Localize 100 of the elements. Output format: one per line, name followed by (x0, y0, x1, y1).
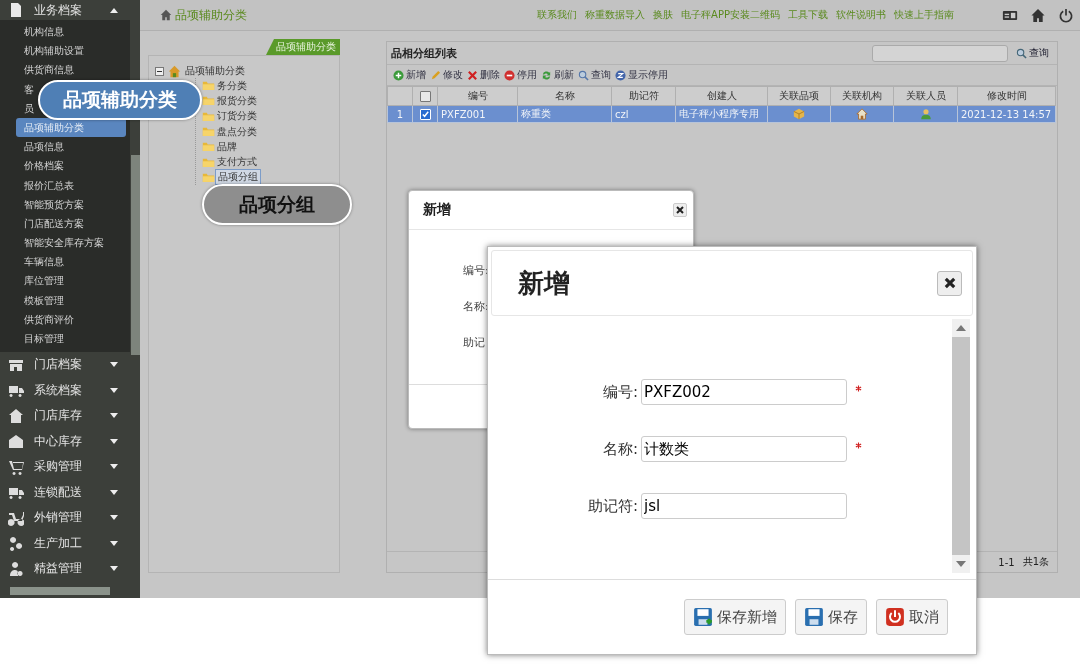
toolbar-button[interactable]: 刷新 (541, 68, 574, 82)
sidebar-group-label: 门店档案 (34, 356, 83, 374)
tree-item[interactable]: 支付方式 (215, 155, 259, 170)
folder-icon (202, 110, 215, 122)
sidebar-group-label: 采购管理 (34, 458, 83, 476)
power-icon[interactable] (1058, 7, 1074, 23)
toolbar-button[interactable]: 停用 (504, 68, 537, 82)
sidebar-group-label: 系统档案 (34, 381, 83, 399)
column-header[interactable]: 创建人 (675, 86, 768, 106)
scrollbar[interactable] (131, 155, 140, 355)
caret-icon (110, 438, 118, 444)
sidebar-item[interactable]: 库位管理 (24, 271, 64, 291)
callout-label: 品项辅助分类 (38, 80, 202, 120)
tree-item[interactable]: 盘点分类 (215, 124, 259, 139)
tree-item[interactable]: 务分类 (215, 78, 249, 93)
tree-item[interactable]: 订货分类 (215, 109, 259, 124)
sidebar-group-label: 连锁配送 (34, 483, 83, 501)
sidebar-group[interactable]: 业务档案 (0, 0, 130, 20)
dialog-button[interactable]: 取消 (876, 599, 948, 635)
scroll-down-icon[interactable] (956, 561, 966, 567)
toolbar-button[interactable]: 新增 (393, 68, 426, 82)
scroll-up-icon[interactable] (956, 325, 966, 331)
field-label: 编号: (463, 263, 489, 278)
tree-item[interactable]: 品项辅助分类 (183, 64, 247, 78)
close-button[interactable] (673, 203, 687, 217)
field-label: 编号: (601, 382, 638, 402)
pager-total: 共1条 (1022, 555, 1049, 569)
sidebar-item[interactable]: 机构信息 (24, 22, 64, 42)
house-icon[interactable] (856, 108, 868, 120)
search-field[interactable] (872, 44, 1008, 62)
row-checkbox[interactable] (419, 108, 431, 120)
input-field[interactable]: PXFZ002 (641, 379, 847, 405)
column-header[interactable]: 编号 (437, 86, 518, 106)
sidebar-item[interactable]: 员 (24, 98, 34, 118)
sidebar-group-label: 中心库存 (34, 432, 83, 450)
sidebar-group[interactable]: 连锁配送 (0, 479, 130, 506)
sidebar-item[interactable]: 报价汇总表 (24, 175, 74, 195)
column-header[interactable]: 名称 (517, 86, 612, 106)
toolbar-button[interactable]: 删除 (467, 68, 500, 82)
sidebar-group-label: 外销管理 (34, 509, 83, 527)
column-header[interactable]: 助记符 (611, 86, 676, 106)
tree-item[interactable]: 品牌 (215, 139, 239, 154)
sidebar-group[interactable]: 门店库存 (0, 403, 130, 429)
sidebar-group[interactable]: 门店档案 (0, 352, 130, 378)
sidebar-group[interactable]: 精益管理 (0, 556, 130, 582)
toolbar-button[interactable]: 查询 (578, 68, 611, 82)
person-icon[interactable] (919, 108, 932, 120)
input-field[interactable]: jsl (641, 493, 847, 519)
column-header[interactable]: 关联品项 (767, 86, 831, 106)
sidebar-item[interactable]: 门店配送方案 (24, 213, 84, 234)
circle-icon (615, 69, 626, 81)
sidebar-group[interactable]: 采购管理 (0, 454, 130, 480)
sidebar-group[interactable]: 生产加工 (0, 530, 130, 557)
tree-item[interactable]: 品项分组 (215, 169, 261, 186)
sidebar-item[interactable]: 供货商信息 (24, 60, 74, 80)
sidebar-item[interactable]: 模板管理 (24, 290, 64, 310)
folder-icon (202, 141, 215, 153)
sidebar-item[interactable]: 客 (24, 79, 34, 99)
caret-icon (110, 413, 118, 419)
folder-icon (202, 171, 215, 183)
sidebar-item[interactable]: 价格档案 (24, 156, 64, 176)
sidebar-group-label: 门店库存 (34, 407, 83, 425)
sidebar-item[interactable]: 目标管理 (24, 329, 64, 349)
sidebar-item[interactable]: 车辆信息 (24, 252, 64, 272)
folder-icon (202, 95, 215, 107)
close-button[interactable] (937, 270, 962, 296)
scooter-icon (8, 509, 24, 526)
sidebar-item[interactable]: 品项信息 (24, 137, 64, 157)
dialog-title: 新增 (423, 201, 452, 219)
select-all-checkbox[interactable] (419, 90, 431, 102)
plus-icon (393, 69, 404, 81)
dialog-button[interactable]: 保存 (795, 599, 867, 635)
tree-item[interactable]: 报货分类 (215, 93, 259, 108)
sidebar-item[interactable]: 机构辅助设置 (24, 41, 84, 61)
toolbar-button[interactable]: 修改 (430, 68, 463, 82)
sidebar-item[interactable]: 智能安全库存方案 (24, 233, 104, 253)
column-header[interactable]: 关联人员 (893, 86, 958, 106)
column-header[interactable]: 修改时间 (957, 86, 1056, 106)
caret-icon (110, 489, 118, 495)
sidebar-group[interactable]: 外销管理 (0, 505, 130, 531)
sidebar-item[interactable]: 智能预货方案 (24, 194, 84, 214)
home-icon[interactable] (1030, 7, 1046, 23)
folder-icon (202, 126, 215, 138)
sidebar-group[interactable]: 系统档案 (0, 377, 130, 404)
search-button[interactable]: 查询 (1012, 46, 1053, 60)
sidebar-item[interactable]: 供货商评价 (24, 309, 74, 329)
scrollbar[interactable] (10, 587, 110, 595)
toolbar-button[interactable]: 显示停用 (615, 68, 668, 82)
sidebar-group[interactable]: 中心库存 (0, 428, 130, 455)
house-icon (8, 407, 24, 424)
input-field[interactable]: 计数类 (641, 436, 847, 462)
scrollbar[interactable] (952, 319, 970, 573)
minus-icon (504, 69, 515, 81)
close-icon (942, 276, 957, 290)
field-label: 助记符: (586, 496, 638, 516)
save-new-icon (693, 607, 713, 627)
collapse-icon[interactable] (155, 66, 164, 76)
column-header[interactable]: 关联机构 (830, 86, 894, 106)
caret-icon (110, 387, 118, 393)
dialog-button[interactable]: 保存新增 (684, 599, 786, 635)
